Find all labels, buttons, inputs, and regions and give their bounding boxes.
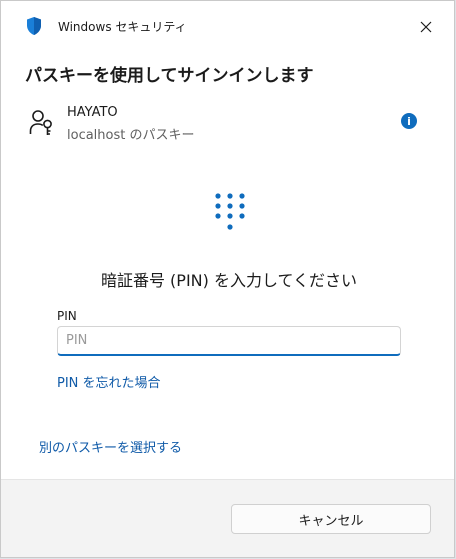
title-bar: Windows セキュリティ — [1, 1, 454, 49]
account-name: HAYATO — [67, 105, 118, 120]
user-key-icon — [29, 110, 52, 135]
close-button[interactable] — [412, 13, 440, 41]
dialog-footer: キャンセル — [1, 479, 454, 557]
info-icon[interactable]: i — [401, 113, 417, 129]
forgot-pin-link[interactable]: PIN を忘れた場合 — [57, 372, 161, 391]
pin-input[interactable] — [57, 326, 401, 356]
choose-other-passkey-link[interactable]: 別のパスキーを選択する — [39, 437, 182, 456]
pin-field-label: PIN — [57, 309, 77, 323]
dialog-heading: パスキーを使用してサインインします — [25, 66, 314, 86]
window-title: Windows セキュリティ — [58, 20, 187, 34]
account-subtitle: localhost のパスキー — [67, 128, 195, 143]
cancel-button[interactable]: キャンセル — [231, 504, 431, 534]
pin-prompt: 暗証番号 (PIN) を入力してください — [100, 271, 358, 290]
pin-keypad-icon — [215, 193, 245, 230]
windows-security-shield-icon — [27, 17, 41, 35]
windows-security-dialog: Windows セキュリティ パスキーを使用してサインインします HAYATO … — [0, 0, 455, 558]
close-icon — [420, 21, 432, 33]
